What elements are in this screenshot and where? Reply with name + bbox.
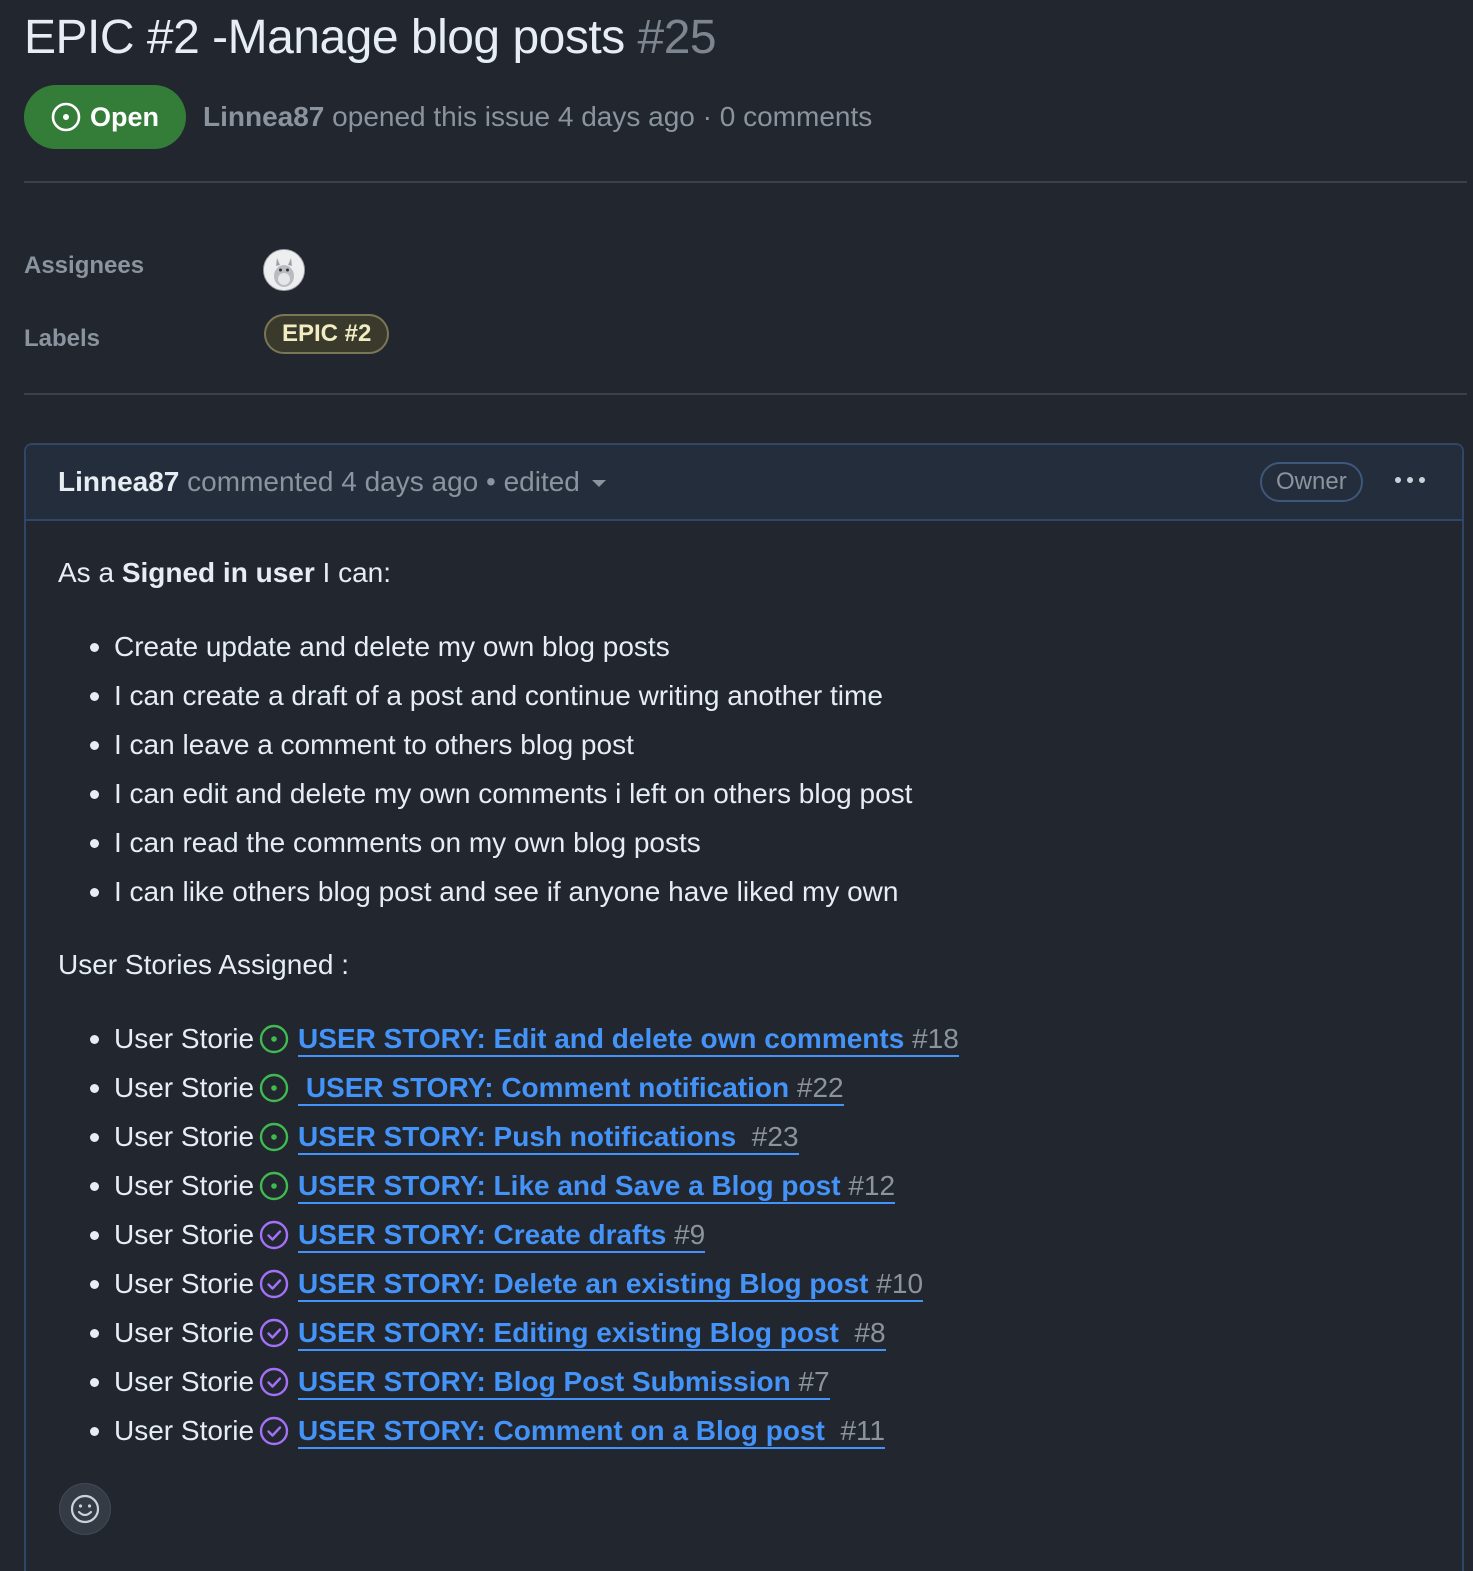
story-list-item: User Storie USER STORY: Delete an existin… (82, 1264, 959, 1313)
issue-author-link[interactable]: Linnea87 (203, 101, 324, 132)
story-prefix: User Storie (114, 1121, 255, 1152)
story-prefix: User Storie (114, 1268, 255, 1299)
story-title: USER STORY: Push notifications (298, 1121, 745, 1152)
story-link[interactable]: USER STORY: Comment on a Blog post #11 (298, 1415, 886, 1449)
comment-intro: As a Signed in user I can: (58, 553, 391, 593)
list-item: I can like others blog post and see if a… (82, 872, 912, 921)
list-item: I can leave a comment to others blog pos… (82, 725, 912, 774)
issue-title: EPIC #2 -Manage blog posts (24, 11, 625, 64)
abilities-list: Create update and delete my own blog pos… (82, 627, 912, 921)
header-divider (24, 181, 1467, 183)
story-number: #9 (674, 1219, 706, 1250)
story-prefix: User Storie (114, 1219, 255, 1250)
labels-label: Labels (24, 325, 101, 352)
story-title: USER STORY: Blog Post Submission (298, 1366, 791, 1397)
story-link[interactable]: USER STORY: Comment notification #22 (298, 1072, 844, 1106)
comment-author-link[interactable]: Linnea87 (58, 466, 179, 497)
kebab-menu-icon[interactable] (1390, 465, 1430, 495)
story-prefix: User Storie (114, 1366, 255, 1397)
issue-open-icon (259, 1073, 289, 1102)
label-epic-2[interactable]: EPIC #2 (264, 314, 390, 354)
story-link[interactable]: USER STORY: Create drafts #9 (298, 1219, 706, 1253)
owner-badge: Owner (1260, 462, 1363, 502)
intro-suffix: I can: (314, 557, 392, 588)
status-badge: Open (24, 85, 186, 149)
sidebar-divider (24, 393, 1467, 395)
issue-closed-icon (259, 1416, 289, 1445)
story-title: USER STORY: Delete an existing Blog post (298, 1268, 869, 1299)
story-link[interactable]: USER STORY: Push notifications #23 (298, 1121, 799, 1155)
intro-bold: Signed in user (121, 557, 315, 588)
issue-closed-icon (259, 1220, 289, 1249)
story-title: USER STORY: Editing existing Blog post (298, 1317, 847, 1348)
story-number: #18 (912, 1023, 959, 1054)
story-prefix: User Storie (114, 1170, 255, 1201)
story-number: #7 (798, 1366, 830, 1397)
story-prefix: User Storie (114, 1317, 255, 1348)
page-title: EPIC #2 -Manage blog posts #25 (24, 6, 717, 70)
assignees-label: Assignees (24, 252, 145, 279)
avatar-icon (264, 250, 304, 290)
comment-header: Linnea87 commented 4 days ago • edited O… (26, 445, 1462, 521)
issue-open-icon (259, 1171, 289, 1200)
story-list-item: User Storie USER STORY: Comment notifica… (82, 1068, 959, 1117)
story-link[interactable]: USER STORY: Like and Save a Blog post #1… (298, 1170, 896, 1204)
story-title: USER STORY: Edit and delete own comments (298, 1023, 905, 1054)
issue-open-icon (259, 1122, 289, 1151)
list-item: I can read the comments on my own blog p… (82, 823, 912, 872)
status-label: Open (90, 101, 160, 132)
story-list-item: User Storie USER STORY: Editing existing … (82, 1313, 959, 1362)
stories-heading: User Stories Assigned : (58, 949, 350, 980)
story-list-item: User Storie USER STORY: Push notification… (82, 1117, 959, 1166)
smiley-icon (70, 1494, 100, 1524)
story-number: #23 (751, 1121, 799, 1152)
issue-closed-icon (259, 1269, 289, 1298)
story-number: #8 (854, 1317, 886, 1348)
issue-comment: Linnea87 commented 4 days ago • edited O… (24, 443, 1464, 1571)
story-number: #22 (796, 1072, 844, 1103)
stories-list: User Storie USER STORY: Edit and delete o… (82, 1019, 959, 1460)
issue-meta-text: opened this issue 4 days ago · 0 comment… (324, 101, 873, 132)
story-number: #12 (848, 1170, 896, 1201)
story-number: #11 (840, 1415, 886, 1446)
story-title: USER STORY: Create drafts (298, 1219, 667, 1250)
story-number: #10 (876, 1268, 924, 1299)
comment-meta-text: commented 4 days ago • edited (179, 466, 580, 497)
story-list-item: User Storie USER STORY: Blog Post Submiss… (82, 1362, 959, 1411)
story-title: USER STORY: Comment notification (298, 1072, 790, 1103)
story-list-item: User Storie USER STORY: Comment on a Blog… (82, 1411, 959, 1460)
story-prefix: User Storie (114, 1023, 255, 1054)
story-prefix: User Storie (114, 1072, 255, 1103)
story-list-item: User Storie USER STORY: Edit and delete o… (82, 1019, 959, 1068)
story-list-item: User Storie USER STORY: Create drafts #9 (82, 1215, 959, 1264)
intro-prefix: As a (58, 557, 122, 588)
list-item: Create update and delete my own blog pos… (82, 627, 912, 676)
issue-opened-icon (51, 102, 81, 132)
issue-closed-icon (259, 1318, 289, 1347)
comment-meta: Linnea87 commented 4 days ago • edited (58, 463, 606, 501)
story-list-item: User Storie USER STORY: Like and Save a B… (82, 1166, 959, 1215)
story-prefix: User Storie (114, 1415, 255, 1446)
issue-meta: Linnea87 opened this issue 4 days ago · … (203, 97, 872, 137)
add-reaction-button[interactable] (59, 1483, 111, 1535)
story-link[interactable]: USER STORY: Editing existing Blog post #… (298, 1317, 886, 1351)
list-item: I can edit and delete my own comments i … (82, 774, 912, 823)
story-link[interactable]: USER STORY: Edit and delete own comments… (298, 1023, 959, 1057)
story-link[interactable]: USER STORY: Delete an existing Blog post… (298, 1268, 924, 1302)
issue-number: #25 (637, 11, 717, 64)
issue-closed-icon (259, 1367, 289, 1396)
issue-open-icon (259, 1024, 289, 1053)
edited-dropdown-chevron-icon[interactable] (591, 480, 606, 488)
assignee-avatar[interactable] (263, 249, 305, 291)
story-title: USER STORY: Comment on a Blog post (298, 1415, 833, 1446)
story-link[interactable]: USER STORY: Blog Post Submission #7 (298, 1366, 830, 1400)
story-title: USER STORY: Like and Save a Blog post (298, 1170, 841, 1201)
list-item: I can create a draft of a post and conti… (82, 676, 912, 725)
issue-page: EPIC #2 -Manage blog posts #25 Open Linn… (0, 0, 1473, 1571)
